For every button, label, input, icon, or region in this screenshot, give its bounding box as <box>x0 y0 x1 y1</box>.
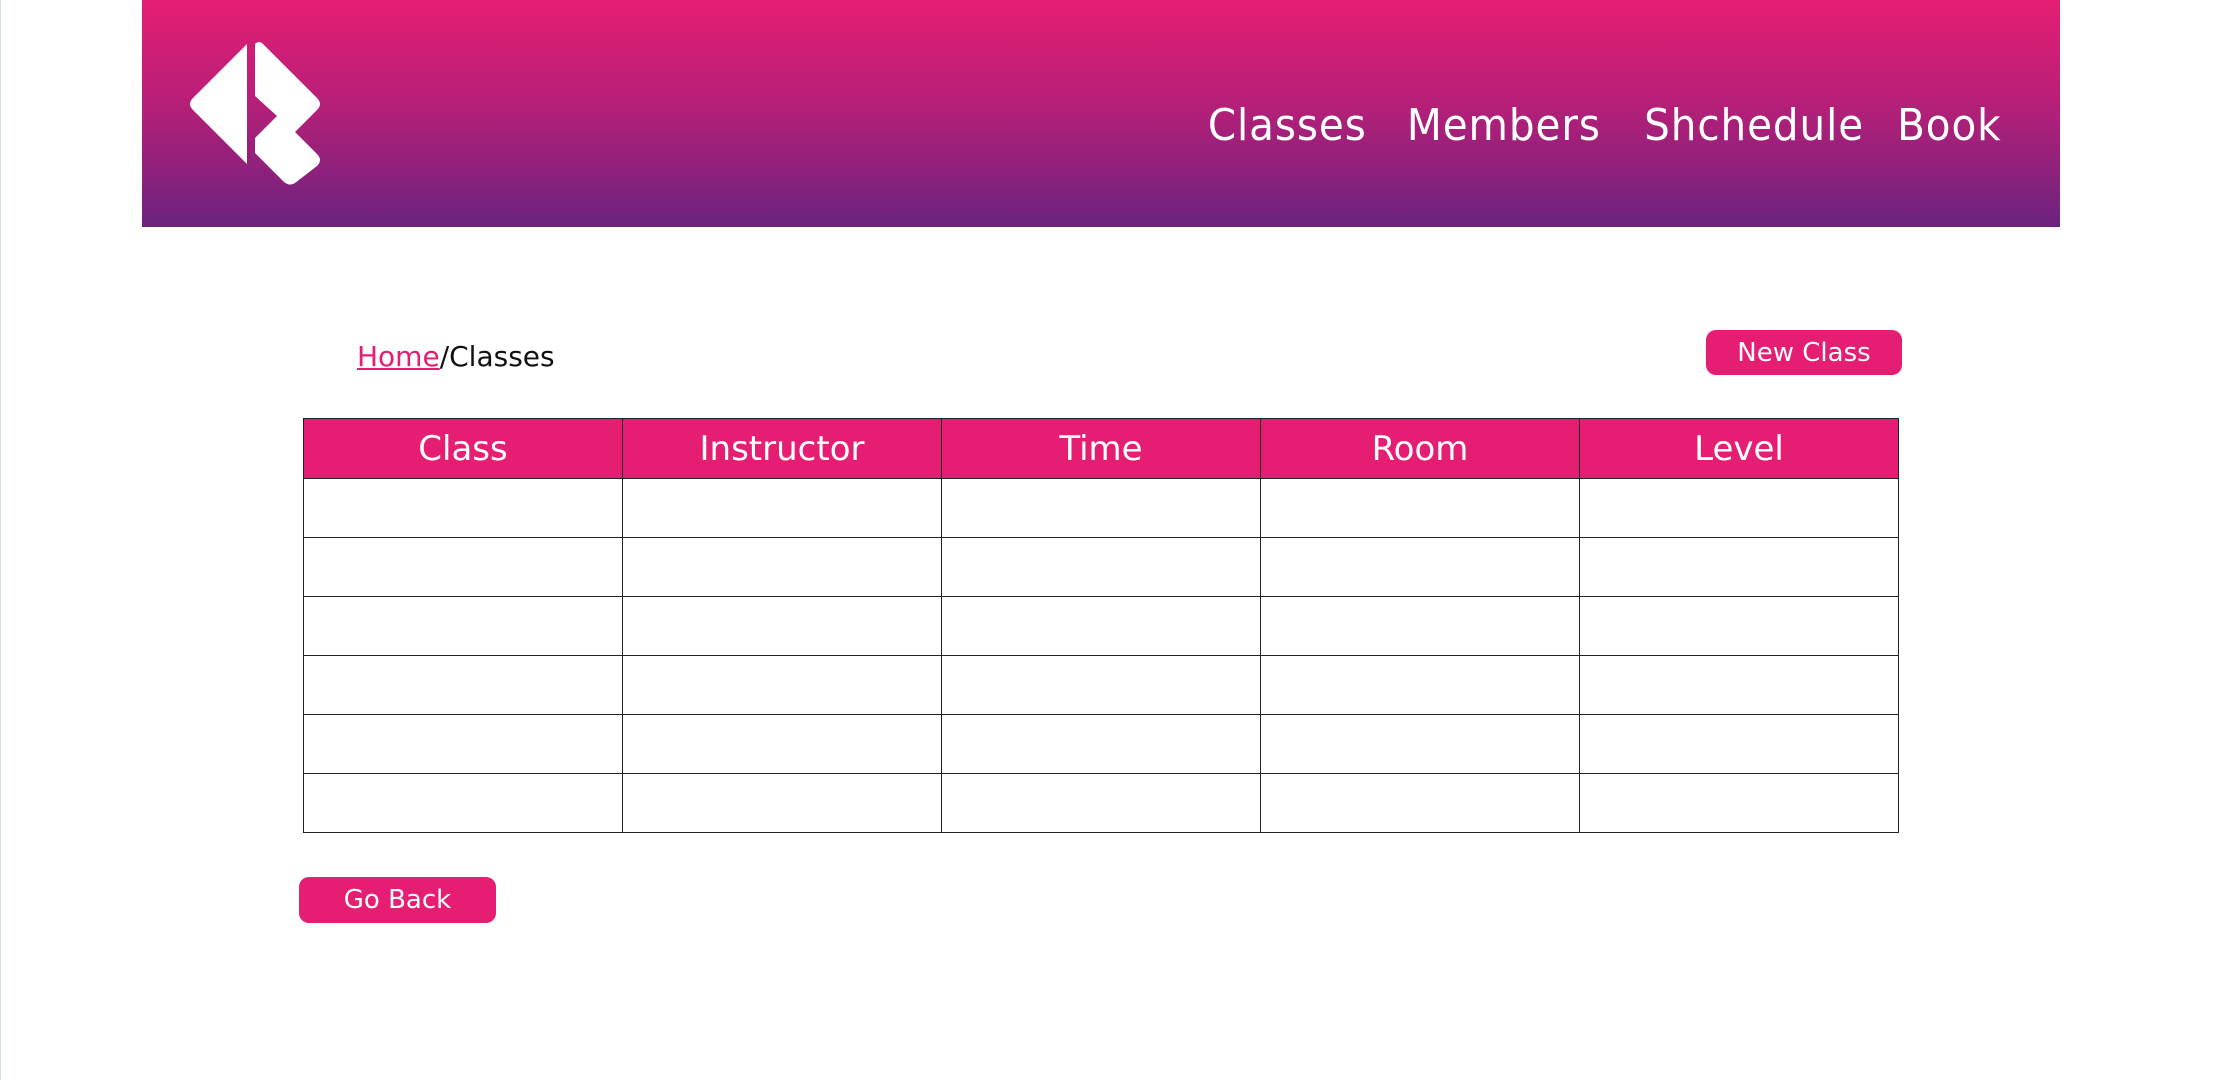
table-cell <box>303 596 623 656</box>
table-row[interactable] <box>303 773 1899 833</box>
table-cell <box>622 773 942 833</box>
table-cell <box>303 714 623 774</box>
table-cell <box>303 537 623 597</box>
table-cell <box>303 655 623 715</box>
table-cell <box>1579 478 1899 538</box>
table-cell <box>1260 714 1580 774</box>
table-cell <box>622 655 942 715</box>
table-cell <box>622 537 942 597</box>
new-class-button[interactable]: New Class <box>1706 330 1902 375</box>
table-row[interactable] <box>303 478 1899 538</box>
column-header-room[interactable]: Room <box>1260 418 1580 479</box>
column-header-time[interactable]: Time <box>941 418 1261 479</box>
table-cell <box>1579 655 1899 715</box>
table-cell <box>941 655 1261 715</box>
brand-logo-icon[interactable] <box>185 40 323 185</box>
table-row[interactable] <box>303 655 1899 715</box>
breadcrumb-home-link[interactable]: Home <box>357 340 440 373</box>
table-header-row: Class Instructor Time Room Level <box>303 418 1899 479</box>
table-cell <box>303 773 623 833</box>
table-row[interactable] <box>303 714 1899 774</box>
brand-logo-shape <box>190 42 320 185</box>
go-back-button[interactable]: Go Back <box>299 877 496 923</box>
table-cell <box>622 596 942 656</box>
column-header-level[interactable]: Level <box>1579 418 1899 479</box>
table-cell <box>941 478 1261 538</box>
table-cell <box>941 773 1261 833</box>
table-cell <box>1260 773 1580 833</box>
column-header-class[interactable]: Class <box>303 418 623 479</box>
table-row[interactable] <box>303 537 1899 597</box>
column-header-instructor[interactable]: Instructor <box>622 418 942 479</box>
table-cell <box>1260 655 1580 715</box>
nav-item-classes[interactable]: Classes <box>1208 100 1367 151</box>
nav-item-members[interactable]: Members <box>1407 100 1601 151</box>
header-banner: Classes Members Shchedule Book <box>142 0 2060 227</box>
classes-table: Class Instructor Time Room Level <box>303 418 1899 833</box>
table-cell <box>941 596 1261 656</box>
breadcrumb-current: Classes <box>449 340 555 373</box>
table-cell <box>622 714 942 774</box>
breadcrumb: Home/Classes <box>357 340 555 373</box>
classes-table-container: Class Instructor Time Room Level <box>303 418 1899 833</box>
nav-item-book[interactable]: Book <box>1898 100 2002 151</box>
table-cell <box>1260 478 1580 538</box>
table-cell <box>1579 596 1899 656</box>
table-cell <box>1579 773 1899 833</box>
table-cell <box>941 537 1261 597</box>
main-nav: Classes Members Shchedule Book <box>1194 100 2002 151</box>
table-cell <box>1579 714 1899 774</box>
breadcrumb-separator: / <box>439 340 450 373</box>
page: Classes Members Shchedule Book Home/Clas… <box>0 0 2214 1080</box>
table-cell <box>941 714 1261 774</box>
table-cell <box>1579 537 1899 597</box>
table-cell <box>622 478 942 538</box>
table-row[interactable] <box>303 596 1899 656</box>
table-cell <box>1260 596 1580 656</box>
table-cell <box>303 478 623 538</box>
nav-item-schedule[interactable]: Shchedule <box>1645 100 1865 151</box>
table-cell <box>1260 537 1580 597</box>
